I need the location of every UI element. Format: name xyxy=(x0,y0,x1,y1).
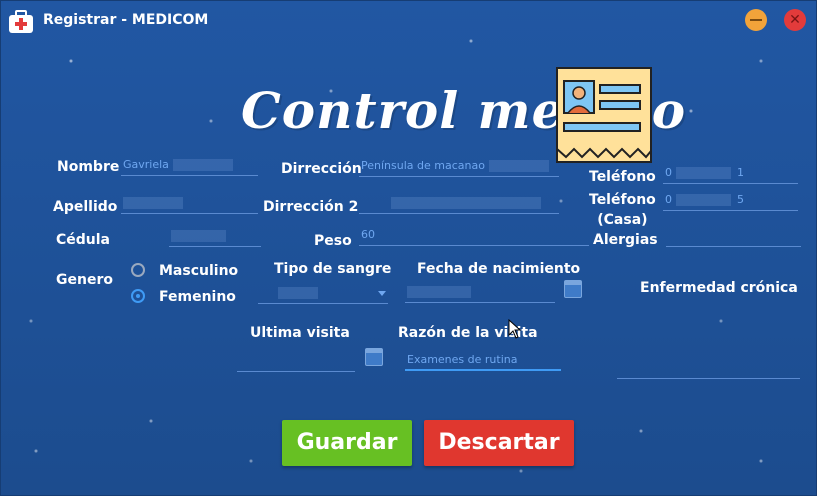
redacted-area xyxy=(407,286,471,298)
label-telefono-casa: Teléfono (Casa) xyxy=(589,192,656,228)
telefono-value-start: 0 xyxy=(665,166,672,179)
save-button[interactable]: Guardar xyxy=(282,420,412,466)
redacted-area xyxy=(123,197,183,209)
window-title: Registrar - MEDICOM xyxy=(43,12,209,28)
radio-femenino[interactable] xyxy=(131,289,145,303)
medical-kit-icon xyxy=(9,10,33,33)
minus-icon xyxy=(750,19,762,21)
radio-masculino[interactable] xyxy=(131,263,145,277)
tipo-sangre-select[interactable] xyxy=(258,284,388,304)
label-tipo-sangre: Tipo de sangre xyxy=(274,261,392,277)
redacted-area xyxy=(391,197,541,209)
label-cedula: Cédula xyxy=(56,232,111,248)
redacted-area xyxy=(171,230,226,242)
telefono-casa-value-end: 5 xyxy=(737,193,744,206)
discard-button[interactable]: Descartar xyxy=(424,420,574,466)
direccion2-field[interactable] xyxy=(359,194,559,214)
razon-visita-value: Examenes de rutina xyxy=(407,353,518,366)
telefono-casa-value-start: 0 xyxy=(665,193,672,206)
alergias-field[interactable] xyxy=(666,227,801,247)
ultima-visita-field[interactable] xyxy=(237,352,355,372)
label-ultima-visita: Ultima visita xyxy=(250,325,350,341)
telefono-value-end: 1 xyxy=(737,166,744,179)
label-genero: Genero xyxy=(56,272,113,288)
redacted-area xyxy=(172,159,233,171)
telefono-field[interactable]: 01 xyxy=(663,164,798,184)
radio-label-masculino: Masculino xyxy=(159,263,239,279)
redacted-area xyxy=(278,287,318,299)
fecha-nacimiento-field[interactable] xyxy=(405,283,555,303)
nombre-field[interactable]: Gavriela xyxy=(121,156,258,176)
apellido-field[interactable] xyxy=(121,194,258,214)
redacted-area xyxy=(488,160,549,172)
mouse-cursor-icon xyxy=(508,319,522,339)
label-apellido: Apellido xyxy=(53,199,118,215)
label-alergias: Alergias xyxy=(593,232,658,248)
label-direccion: Dirrección xyxy=(281,161,362,177)
cedula-field[interactable] xyxy=(169,227,261,247)
close-button[interactable]: ✕ xyxy=(784,9,806,31)
peso-value: 60 xyxy=(361,228,375,241)
peso-field[interactable]: 60 xyxy=(359,226,589,246)
label-nombre: Nombre xyxy=(57,159,120,175)
telefono-casa-field[interactable]: 05 xyxy=(663,191,798,211)
label-peso: Peso xyxy=(314,233,352,249)
calendar-icon[interactable] xyxy=(564,280,582,298)
chevron-down-icon xyxy=(378,291,386,296)
close-icon: ✕ xyxy=(789,12,801,28)
label-telefono: Teléfono xyxy=(589,169,656,185)
nombre-value: Gavriela xyxy=(123,158,169,171)
id-card-icon xyxy=(556,67,652,163)
redacted-area xyxy=(676,194,731,206)
label-enfermedad: Enfermedad crónica xyxy=(640,280,798,296)
razon-visita-field[interactable]: Examenes de rutina xyxy=(405,351,561,371)
minimize-button[interactable] xyxy=(745,9,767,31)
calendar-icon[interactable] xyxy=(365,348,383,366)
registration-window: Registrar - MEDICOM ✕ Control medico Nom… xyxy=(0,0,817,496)
label-fecha-nacimiento: Fecha de nacimiento xyxy=(417,261,581,277)
redacted-area xyxy=(676,167,731,179)
radio-label-femenino: Femenino xyxy=(159,289,236,305)
enfermedad-field[interactable] xyxy=(617,301,800,379)
direccion-value: Península de macanao xyxy=(361,159,485,172)
label-direccion2: Dirrección 2 xyxy=(263,199,359,215)
direccion-field[interactable]: Península de macanao xyxy=(359,157,559,177)
